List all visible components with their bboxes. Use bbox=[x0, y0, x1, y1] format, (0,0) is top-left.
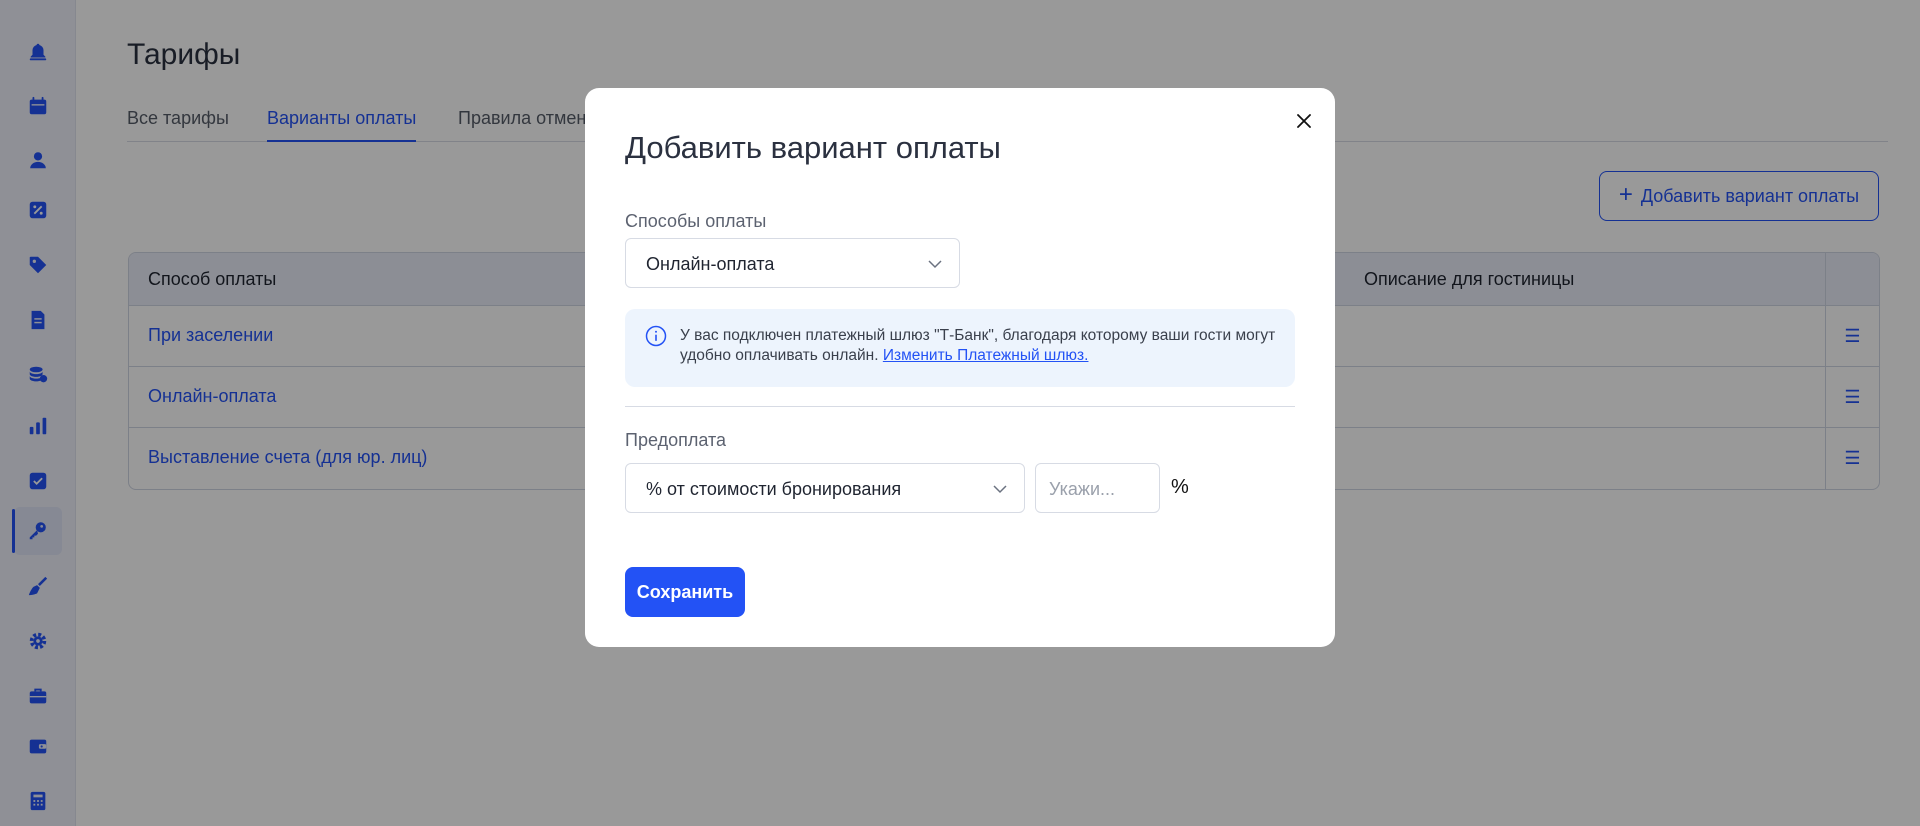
payment-methods-label: Способы оплаты bbox=[625, 211, 767, 231]
chevron-down-icon bbox=[993, 485, 1007, 494]
prepayment-label: Предоплата bbox=[625, 430, 726, 450]
payment-method-value: Онлайн-оплата bbox=[646, 254, 775, 274]
modal-title: Добавить вариант оплаты bbox=[625, 130, 1001, 165]
payment-method-select[interactable]: Онлайн-оплата bbox=[625, 238, 960, 288]
info-icon bbox=[645, 325, 667, 347]
prepayment-type-value: % от стоимости бронирования bbox=[646, 479, 902, 499]
add-payment-option-modal: Добавить вариант оплаты Способы оплаты О… bbox=[585, 88, 1335, 647]
prepayment-placeholder: Укажи... bbox=[1049, 479, 1116, 499]
prepayment-type-select[interactable]: % от стоимости бронирования bbox=[625, 463, 1025, 513]
change-gateway-link[interactable]: Изменить Платежный шлюз. bbox=[883, 347, 1089, 364]
save-button[interactable]: Сохранить bbox=[625, 567, 745, 617]
payment-gateway-info: У вас подключен платежный шлюз "Т-Банк",… bbox=[625, 309, 1295, 387]
close-button[interactable] bbox=[1291, 108, 1317, 134]
info-text-block: У вас подключен платежный шлюз "Т-Банк",… bbox=[680, 326, 1280, 366]
percent-label: % bbox=[1171, 476, 1189, 498]
chevron-down-icon bbox=[928, 260, 942, 269]
divider bbox=[625, 406, 1295, 407]
prepayment-amount-input[interactable]: Укажи... bbox=[1035, 463, 1160, 513]
close-icon bbox=[1297, 114, 1311, 128]
